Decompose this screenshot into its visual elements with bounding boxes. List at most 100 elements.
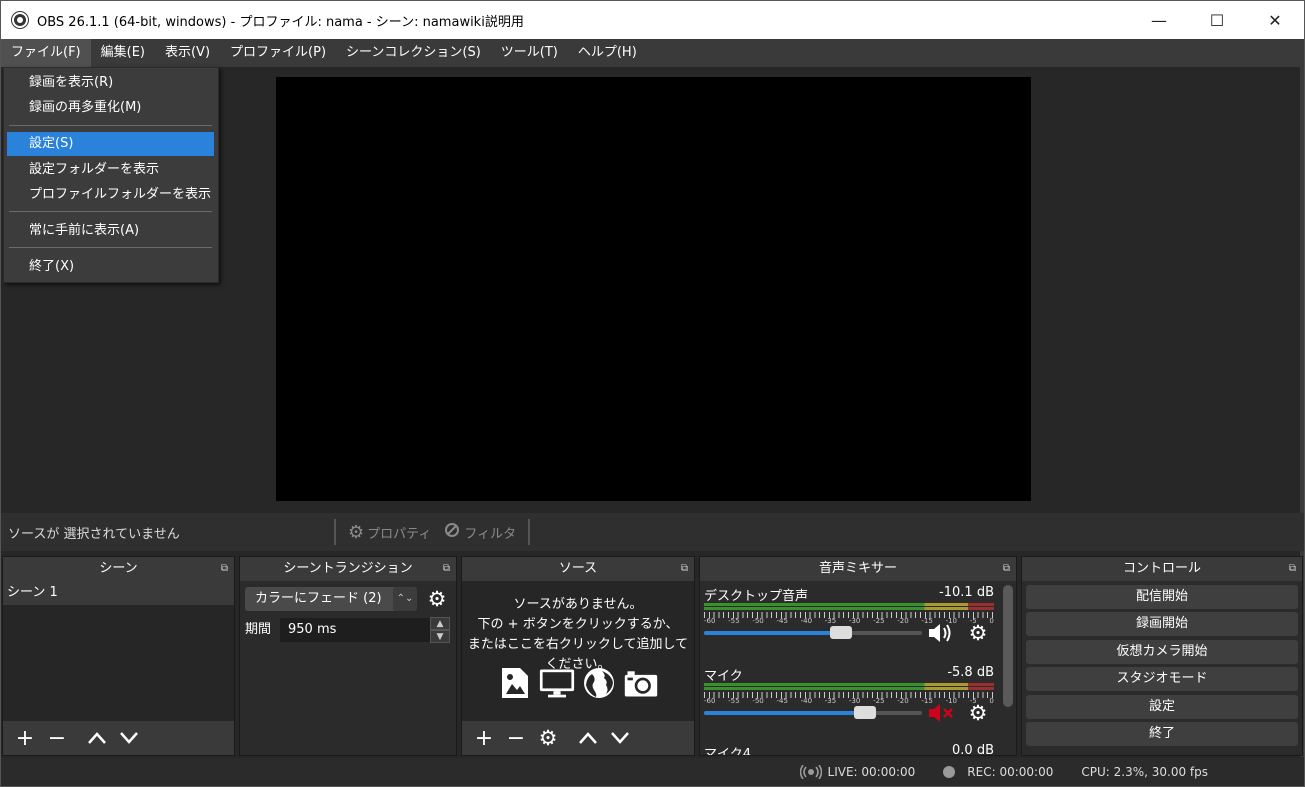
transitions-dock-title: シーントランジション ⧉ <box>240 557 456 581</box>
volume-meter <box>704 603 994 611</box>
muted-speaker-icon[interactable] <box>926 701 956 725</box>
undock-icon[interactable]: ⧉ <box>1003 557 1010 581</box>
transition-settings-gear-icon[interactable]: ⚙ <box>424 586 450 612</box>
controls-body: 配信開始 録画開始 仮想カメラ開始 スタジオモード 設定 終了 <box>1022 581 1302 755</box>
undock-icon[interactable]: ⧉ <box>681 557 688 581</box>
menu-separator <box>9 247 212 248</box>
scene-list[interactable]: シーン 1 <box>3 581 234 721</box>
menu-edit[interactable]: 編集(E) <box>91 39 155 67</box>
source-type-icons <box>462 665 694 701</box>
scene-item[interactable]: シーン 1 <box>3 581 234 605</box>
context-bar: ソースが 選択されていません ⚙ プロパティ フィルタ <box>1 513 1304 551</box>
duration-input[interactable]: 950 ms <box>280 618 430 642</box>
menu-exit[interactable]: 終了(X) <box>7 255 214 279</box>
sources-title: ソース <box>558 561 598 576</box>
move-scene-down-button[interactable] <box>113 723 145 753</box>
studio-mode-button[interactable]: スタジオモード <box>1026 667 1298 691</box>
obs-logo-icon <box>11 11 29 29</box>
tick-label: -55 <box>728 617 740 625</box>
close-button[interactable]: ✕ <box>1246 1 1304 39</box>
speaker-icon[interactable] <box>926 621 956 645</box>
track-name: デスクトップ音声 <box>704 589 809 604</box>
slider-thumb[interactable] <box>830 626 853 639</box>
scenes-dock-title: シーン ⧉ <box>3 557 234 581</box>
mixer-body: デスクトップ音声 -10.1 dB -60 -55 -50 -45 -40 -35 -30 -… <box>700 581 1016 755</box>
cpu-status: CPU: 2.3%, 30.00 fps <box>1081 765 1208 779</box>
menu-show-recordings[interactable]: 録画を表示(R) <box>7 71 214 95</box>
scenes-dock: シーン ⧉ シーン 1 + − <box>2 556 235 756</box>
chevron-updown-icon[interactable]: ⌃⌄ <box>393 587 417 611</box>
duration-stepper[interactable]: ▲ ▼ <box>430 617 450 643</box>
divider <box>528 519 531 545</box>
move-source-up-button[interactable] <box>572 723 604 753</box>
source-status-text: ソースが 選択されていません <box>8 526 180 542</box>
properties-label: プロパティ <box>367 526 432 542</box>
gear-icon: ⚙ <box>348 521 365 543</box>
audio-mixer-dock: 音声ミキサー ⧉ デスクトップ音声 -10.1 dB -60 -55 -50 -45 -… <box>699 556 1017 756</box>
sources-dock: ソース ⧉ ソースがありません。 下の + ボタンをクリックするか、 またはここ… <box>461 556 695 756</box>
menu-remux-recordings[interactable]: 録画の再多重化(M) <box>7 96 214 120</box>
display-capture-icon <box>539 665 575 701</box>
maximize-button[interactable]: ☐ <box>1188 1 1246 39</box>
preview-canvas[interactable] <box>276 77 1031 501</box>
remove-source-button[interactable]: − <box>500 723 532 753</box>
track-settings-gear-icon[interactable]: ⚙ <box>966 701 990 725</box>
controls-title: コントロール <box>1122 561 1201 576</box>
scenes-title: シーン <box>99 561 138 576</box>
tick-label: -60 <box>704 697 716 705</box>
add-source-button[interactable]: + <box>468 723 500 753</box>
menu-profile[interactable]: プロファイル(P) <box>220 39 336 67</box>
source-properties-gear-icon[interactable]: ⚙ <box>532 723 564 753</box>
mixer-title: 音声ミキサー <box>818 561 897 576</box>
sources-toolbar: + − ⚙ <box>462 721 694 755</box>
track-name: マイク4 <box>704 747 752 755</box>
obs-window: OBS 26.1.1 (64-bit, windows) - プロファイル: n… <box>0 0 1305 787</box>
step-down-icon[interactable]: ▼ <box>430 630 450 643</box>
undock-icon[interactable]: ⧉ <box>443 557 450 581</box>
tick-label: -35 <box>824 697 837 705</box>
tick-label: -40 <box>800 697 813 705</box>
menu-settings[interactable]: 設定(S) <box>7 132 214 156</box>
mixer-dock-title: 音声ミキサー ⧉ <box>700 557 1016 581</box>
menu-always-on-top[interactable]: 常に手前に表示(A) <box>7 219 214 243</box>
undock-icon[interactable]: ⧉ <box>1289 557 1296 581</box>
browser-globe-icon <box>581 665 617 701</box>
slider-thumb[interactable] <box>854 706 877 719</box>
undock-icon[interactable]: ⧉ <box>221 557 228 581</box>
sources-body[interactable]: ソースがありません。 下の + ボタンをクリックするか、 またはここを右クリック… <box>462 581 694 755</box>
transitions-title: シーントランジション <box>283 561 413 576</box>
live-time: LIVE: 00:00:00 <box>827 765 916 779</box>
start-virtual-camera-button[interactable]: 仮想カメラ開始 <box>1026 640 1298 664</box>
start-recording-button[interactable]: 録画開始 <box>1026 612 1298 636</box>
tick-label: -20 <box>897 697 909 705</box>
filters-button[interactable]: フィルタ <box>437 521 522 544</box>
transition-select[interactable]: カラーにフェード (2) <box>245 587 417 611</box>
remove-scene-button[interactable]: − <box>41 723 73 753</box>
track-name: マイク <box>704 669 743 684</box>
menu-view[interactable]: 表示(V) <box>155 39 220 67</box>
volume-slider[interactable] <box>704 626 922 639</box>
minimize-button[interactable]: — <box>1130 1 1188 39</box>
duration-label: 期間 <box>245 622 272 637</box>
menu-scene-collection[interactable]: シーンコレクション(S) <box>336 39 491 67</box>
menu-show-profile-folder[interactable]: プロファイルフォルダーを表示 <box>7 183 214 207</box>
menu-show-settings-folder[interactable]: 設定フォルダーを表示 <box>7 158 214 182</box>
camera-icon <box>623 665 659 701</box>
exit-button[interactable]: 終了 <box>1026 722 1298 746</box>
move-scene-up-button[interactable] <box>81 723 113 753</box>
properties-button[interactable]: ⚙ プロパティ <box>342 522 437 543</box>
add-scene-button[interactable]: + <box>9 723 41 753</box>
mixer-scrollbar[interactable] <box>1003 585 1013 707</box>
step-up-icon[interactable]: ▲ <box>430 617 450 630</box>
menu-bar: ファイル(F) 編集(E) 表示(V) プロファイル(P) シーンコレクション(… <box>1 39 1304 67</box>
menu-file[interactable]: ファイル(F) <box>1 39 91 67</box>
volume-slider[interactable] <box>704 706 922 719</box>
move-source-down-button[interactable] <box>604 723 636 753</box>
track-settings-gear-icon[interactable]: ⚙ <box>966 621 990 645</box>
start-streaming-button[interactable]: 配信開始 <box>1026 585 1298 609</box>
divider <box>334 519 336 545</box>
menu-help[interactable]: ヘルプ(H) <box>568 39 647 67</box>
cpu-fps: CPU: 2.3%, 30.00 fps <box>1081 765 1208 779</box>
menu-tools[interactable]: ツール(T) <box>491 39 568 67</box>
settings-button[interactable]: 設定 <box>1026 695 1298 719</box>
